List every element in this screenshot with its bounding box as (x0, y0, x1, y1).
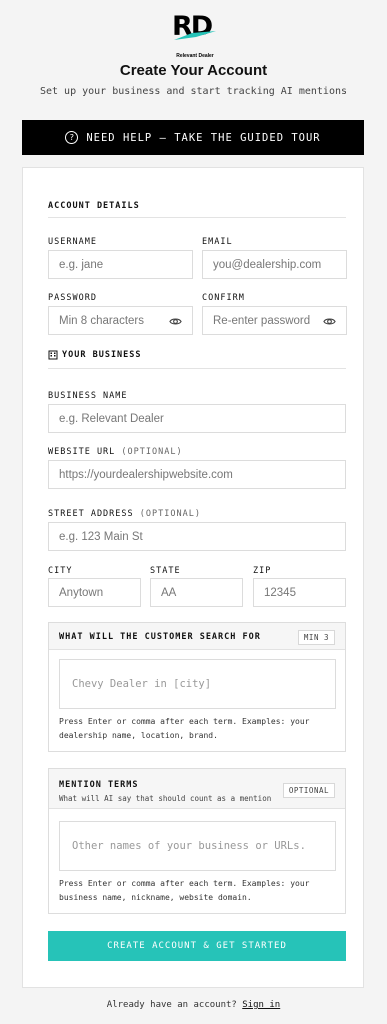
email-input[interactable]: you@dealership.com (202, 250, 347, 279)
username-label: USERNAME (48, 237, 97, 247)
city-label: CITY (48, 566, 73, 576)
mention-terms-placeholder: Other names of your business or URLs. (72, 840, 306, 852)
email-label: EMAIL (202, 237, 233, 247)
search-terms-hint-line: Press Enter or comma after each term. Ex… (59, 717, 310, 726)
website-url-optional: (OPTIONAL) (121, 447, 183, 457)
show-confirm-eye-icon[interactable] (323, 315, 336, 328)
page-title: Create Your Account (119, 62, 268, 79)
password-label: PASSWORD (48, 293, 97, 303)
search-terms-panel: WHAT WILL THE CUSTOMER SEARCH FOR MIN 3 … (48, 622, 346, 752)
your-business-heading: YOUR BUSINESS (48, 350, 142, 360)
street-address-input[interactable]: e.g. 123 Main St (48, 522, 346, 551)
account-details-heading: ACCOUNT DETAILS (48, 201, 140, 211)
business-name-label: BUSINESS NAME (48, 391, 128, 401)
website-url-label: WEBSITE URL (OPTIONAL) (48, 447, 183, 457)
zip-input[interactable]: 12345 (253, 578, 346, 607)
search-terms-hint: Press Enter or comma after each term. Ex… (59, 715, 309, 743)
business-name-input[interactable]: e.g. Relevant Dealer (48, 404, 346, 433)
zip-label: ZIP (253, 566, 272, 576)
mention-terms-panel: MENTION TERMS What will AI say that shou… (48, 768, 346, 914)
username-input[interactable]: e.g. jane (48, 250, 193, 279)
state-placeholder: AA (161, 586, 177, 599)
mention-terms-hint-line: business name, nickname, website domain. (59, 893, 252, 902)
business-name-placeholder: e.g. Relevant Dealer (59, 412, 164, 425)
zip-placeholder: 12345 (264, 586, 296, 599)
state-input[interactable]: AA (150, 578, 243, 607)
street-address-placeholder: e.g. 123 Main St (59, 530, 143, 543)
confirm-label: CONFIRM (202, 293, 245, 303)
password-placeholder: Min 8 characters (59, 314, 145, 327)
street-address-label: STREET ADDRESS (OPTIONAL) (48, 509, 201, 519)
logo-tagline: Relevant Dealer (176, 53, 214, 59)
your-business-label: YOUR BUSINESS (62, 350, 142, 360)
state-label: STATE (150, 566, 181, 576)
guided-tour-button[interactable]: ? NEED HELP — TAKE THE GUIDED TOUR (22, 120, 364, 155)
mention-terms-heading: MENTION TERMS (59, 780, 139, 790)
search-terms-placeholder: Chevy Dealer in [city] (72, 678, 212, 690)
confirm-password-input[interactable]: Re-enter password (202, 306, 347, 335)
email-placeholder: you@dealership.com (213, 258, 322, 271)
mention-terms-hint-line: Press Enter or comma after each term. Ex… (59, 879, 310, 888)
optional-badge: OPTIONAL (282, 783, 335, 798)
street-address-optional: (OPTIONAL) (139, 509, 201, 519)
mention-terms-subheading: What will AI say that should count as a … (59, 794, 272, 803)
password-input[interactable]: Min 8 characters (48, 306, 193, 335)
brand-logo: RD Relevant Dealer (172, 12, 218, 59)
building-icon (48, 350, 58, 360)
create-account-button[interactable]: CREATE ACCOUNT & GET STARTED (48, 931, 346, 961)
city-input[interactable]: Anytown (48, 578, 141, 607)
search-terms-hint-line: dealership name, location, brand. (59, 731, 218, 740)
min-terms-badge: MIN 3 (297, 630, 335, 645)
signin-prompt: Already have an account? Sign in (0, 1000, 387, 1010)
help-icon: ? (65, 131, 79, 144)
confirm-placeholder: Re-enter password (213, 314, 311, 327)
website-url-input[interactable]: https://yourdealershipwebsite.com (48, 460, 346, 489)
username-placeholder: e.g. jane (59, 258, 104, 271)
website-url-placeholder: https://yourdealershipwebsite.com (59, 468, 233, 481)
show-password-eye-icon[interactable] (169, 315, 182, 328)
website-url-label-text: WEBSITE URL (48, 447, 116, 457)
city-placeholder: Anytown (59, 586, 104, 599)
street-address-label-text: STREET ADDRESS (48, 509, 134, 519)
signin-prompt-text: Already have an account? (106, 1000, 237, 1010)
mention-terms-hint: Press Enter or comma after each term. Ex… (59, 877, 309, 905)
search-terms-heading: WHAT WILL THE CUSTOMER SEARCH FOR (59, 632, 261, 642)
mention-terms-input[interactable]: Other names of your business or URLs. (59, 821, 336, 871)
divider (48, 217, 346, 218)
divider (48, 368, 346, 369)
guided-tour-label: NEED HELP — TAKE THE GUIDED TOUR (86, 131, 321, 144)
sign-in-link[interactable]: Sign in (242, 1000, 280, 1010)
page-subtitle: Set up your business and start tracking … (39, 86, 348, 97)
logo-swoosh-icon (174, 31, 216, 40)
search-terms-input[interactable]: Chevy Dealer in [city] (59, 659, 336, 709)
